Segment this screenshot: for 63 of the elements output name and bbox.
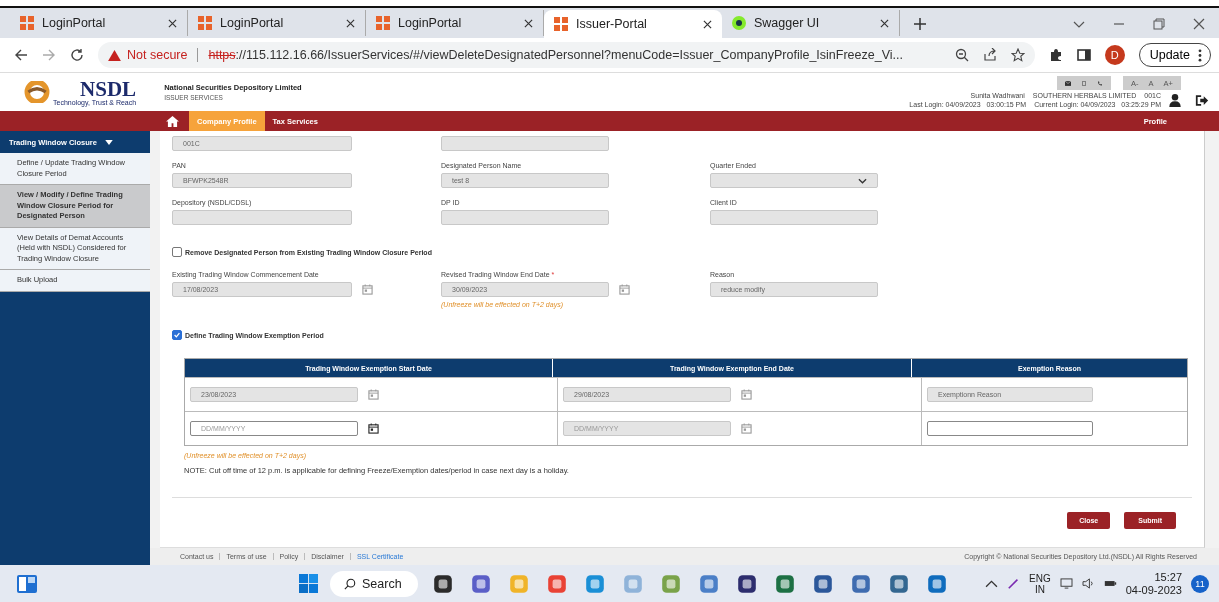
browser-tab[interactable]: LoginPortal xyxy=(10,10,188,36)
address-bar[interactable]: Not secure https://115.112.16.66/IssuerServices/#/viewDeleteDesignatedPersonnel?menuCode=Issuer_CompanyProfile_IsinFreeze_Vi... xyxy=(98,42,1035,68)
swagger-icon xyxy=(732,16,746,30)
speaker-icon[interactable] xyxy=(1081,578,1095,589)
mail-icon[interactable] xyxy=(1065,80,1072,86)
search-icon xyxy=(344,577,356,590)
phone-icon[interactable] xyxy=(1097,80,1104,86)
close-icon[interactable] xyxy=(703,19,712,29)
grid-icon xyxy=(20,16,34,30)
logo-text: NSDL xyxy=(80,78,137,99)
user-icon[interactable] xyxy=(1169,93,1181,107)
grid-icon xyxy=(554,17,568,31)
reload-icon[interactable] xyxy=(70,48,84,62)
security-label: Not secure xyxy=(127,48,188,62)
plus-icon[interactable] xyxy=(914,18,926,30)
language-indicator[interactable]: ENG IN xyxy=(1029,572,1051,595)
monitor-icon[interactable] xyxy=(1059,578,1073,589)
calendar-icon[interactable] xyxy=(368,423,379,434)
input-field[interactable] xyxy=(927,421,1093,436)
mobile-icon[interactable] xyxy=(1081,80,1088,86)
browser-tab[interactable]: LoginPortal xyxy=(366,10,544,36)
browser-tab[interactable]: LoginPortal xyxy=(188,10,366,36)
warning-icon xyxy=(108,49,121,61)
kebab-menu-icon[interactable] xyxy=(1198,48,1202,62)
zoom-out-icon[interactable] xyxy=(954,48,969,62)
update-button[interactable]: Update xyxy=(1138,43,1211,67)
close-icon[interactable] xyxy=(524,18,533,28)
chevron-down-icon xyxy=(858,177,867,184)
logo-mark-icon xyxy=(24,81,50,103)
close-icon[interactable] xyxy=(1193,18,1205,30)
star-icon[interactable] xyxy=(1010,48,1025,62)
widgets-icon[interactable] xyxy=(17,574,37,593)
battery-icon[interactable] xyxy=(1103,578,1117,589)
app-icon[interactable] xyxy=(431,572,454,595)
home-icon[interactable] xyxy=(166,115,179,127)
checkbox[interactable] xyxy=(172,247,182,257)
close-icon[interactable] xyxy=(168,18,177,28)
close-icon[interactable] xyxy=(880,18,889,28)
logout-icon[interactable] xyxy=(1195,93,1209,107)
notification-badge[interactable]: 11 xyxy=(1191,574,1209,593)
browser-tab[interactable]: Swagger UI xyxy=(722,10,900,36)
app-icon[interactable] xyxy=(811,572,834,595)
app-icon[interactable] xyxy=(735,572,758,595)
profile-avatar[interactable]: D xyxy=(1104,45,1125,65)
checkbox[interactable] xyxy=(172,330,182,340)
app-icon[interactable] xyxy=(887,572,910,595)
restore-icon[interactable] xyxy=(1153,18,1165,30)
windows-icon[interactable] xyxy=(299,574,318,593)
share-icon[interactable] xyxy=(982,48,997,62)
grid-icon xyxy=(376,16,390,30)
clock[interactable]: 15:27 04-09-2023 xyxy=(1125,570,1182,597)
url-text: https://115.112.16.66/IssuerServices/#/viewDeleteDesignatedPersonnel?menuCode=Issuer_CompanyProfile_IsinFreeze_Vi... xyxy=(208,48,904,62)
app-icon[interactable] xyxy=(773,572,796,595)
close-icon[interactable] xyxy=(346,18,355,28)
grid-icon xyxy=(198,16,212,30)
taskbar-search[interactable]: Search xyxy=(330,570,418,597)
puzzle-icon[interactable] xyxy=(1048,48,1063,62)
back-arrow-icon[interactable] xyxy=(14,48,28,62)
sidebar-icon[interactable] xyxy=(1076,48,1091,62)
browser-tab[interactable]: Issuer-Portal xyxy=(544,10,722,38)
chevron-up-icon[interactable] xyxy=(985,578,999,589)
pen-icon[interactable] xyxy=(1007,578,1021,589)
caret-down-icon xyxy=(104,139,113,145)
